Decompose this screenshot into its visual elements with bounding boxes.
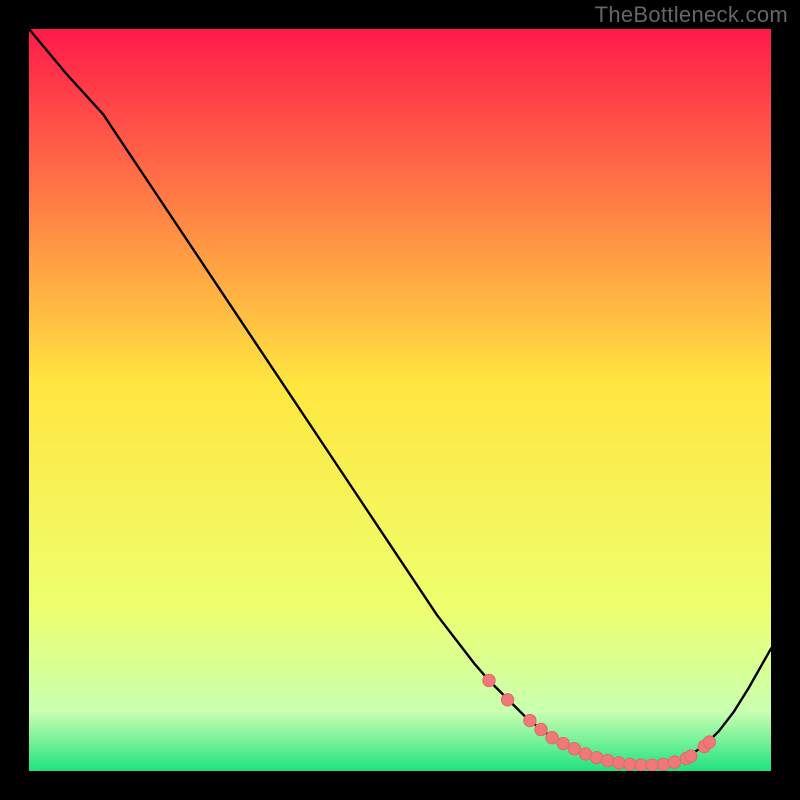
chart-frame: TheBottleneck.com [0,0,800,800]
data-dot [568,743,580,755]
gradient-background [29,29,771,771]
data-dot [703,736,715,748]
bottleneck-plot-svg [29,29,771,771]
data-dot [535,723,547,735]
plot-area [29,29,771,771]
data-dot [635,759,647,771]
data-dot [624,758,636,770]
data-dot [657,758,669,770]
data-dot [613,757,625,769]
data-dot [579,748,591,760]
data-dot [546,731,558,743]
data-dot [685,750,697,762]
data-dot [524,714,536,726]
data-dot [602,754,614,766]
data-dot [483,674,495,686]
watermark-text: TheBottleneck.com [595,2,788,28]
data-dot [557,737,569,749]
data-dot [501,694,513,706]
data-dot [646,759,658,771]
data-dot [590,751,602,763]
data-dot [668,756,680,768]
